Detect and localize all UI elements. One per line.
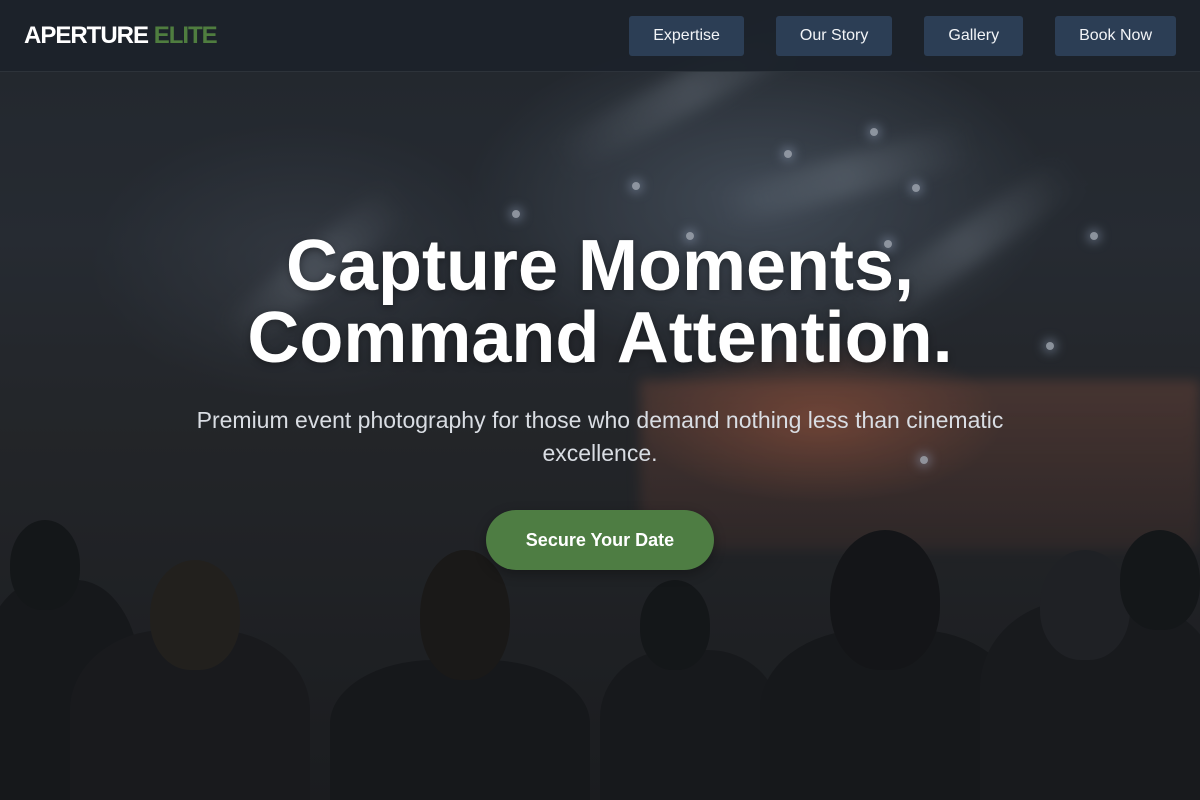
nav-gallery-button[interactable]: Gallery xyxy=(924,15,1024,56)
site-header: APERTURE ELITE Expertise Our Story Galle… xyxy=(0,0,1200,72)
nav-our-story-button[interactable]: Our Story xyxy=(775,15,893,56)
brand-logo[interactable]: APERTURE ELITE xyxy=(24,21,218,50)
main-nav: Expertise Our Story Gallery Book Now xyxy=(629,15,1176,56)
hero-headline-line2: Command Attention. xyxy=(247,298,953,378)
hero-section: Capture Moments, Command Attention. Prem… xyxy=(0,230,1200,570)
nav-book-now-button[interactable]: Book Now xyxy=(1055,15,1176,56)
nav-expertise-button[interactable]: Expertise xyxy=(629,15,744,56)
hero-headline-line1: Capture Moments, xyxy=(285,226,915,306)
hero-headline: Capture Moments, Command Attention. xyxy=(0,230,1200,374)
brand-name-primary: APERTURE xyxy=(24,21,149,49)
secure-your-date-button[interactable]: Secure Your Date xyxy=(486,510,714,570)
brand-name-accent: ELITE xyxy=(153,21,218,49)
hero-subheadline: Premium event photography for those who … xyxy=(196,407,1004,466)
